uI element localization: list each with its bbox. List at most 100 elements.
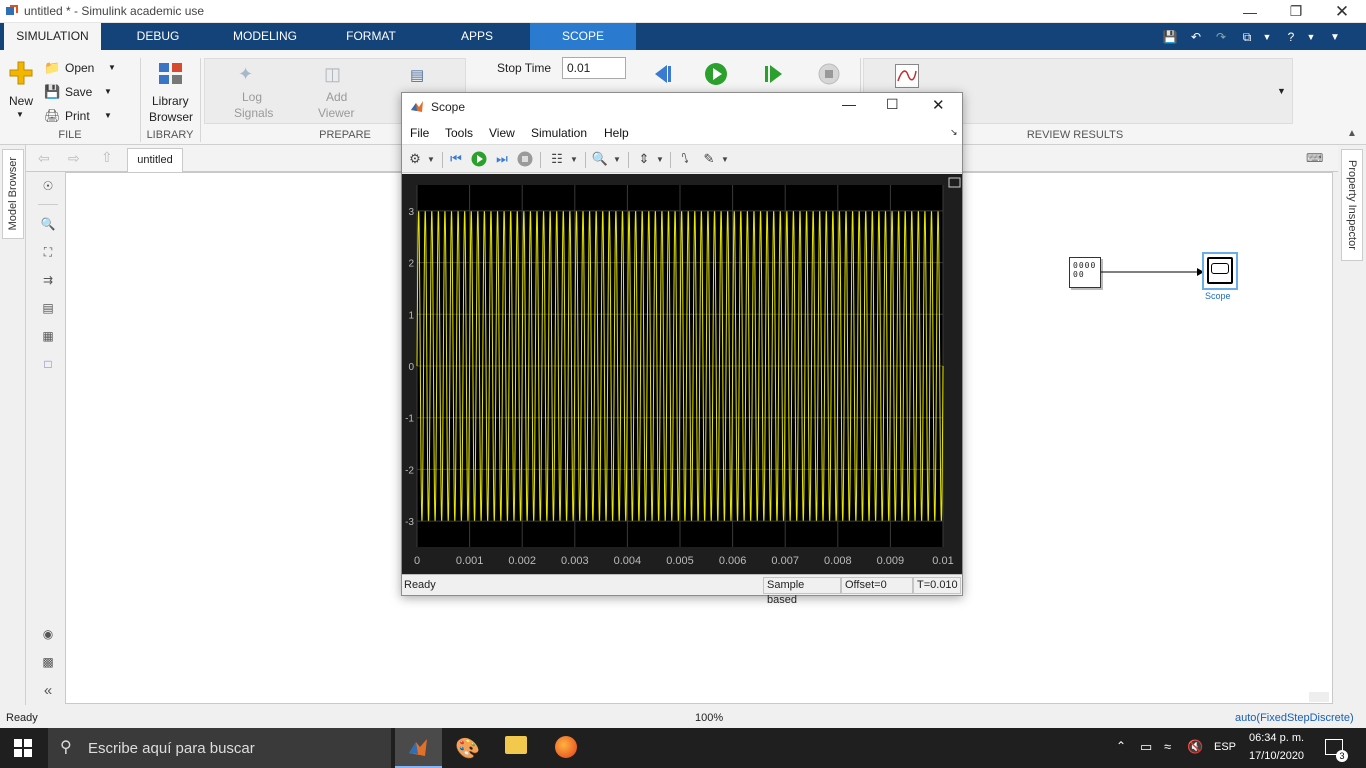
open-dropdown-icon[interactable]: ▼ [108, 63, 116, 72]
save-dropdown-icon[interactable]: ▼ [104, 87, 112, 96]
chevron-down-icon[interactable]: ▼ [1258, 28, 1276, 46]
measurements-dropdown-icon[interactable]: ▼ [720, 151, 730, 167]
area-icon[interactable]: □ [40, 356, 56, 372]
library-browser-label-2[interactable]: Browser [149, 110, 193, 124]
collapse-palette-icon[interactable]: « [40, 682, 56, 699]
stop-time-input[interactable]: 0.01 [562, 57, 626, 79]
new-button[interactable]: New [9, 94, 33, 108]
menu-simulation[interactable]: Simulation [531, 126, 587, 140]
scope-maximize-button[interactable]: ☐ [886, 96, 899, 113]
autoscale-dropdown-icon[interactable]: ▼ [655, 151, 665, 167]
tab-scope[interactable]: SCOPE [530, 23, 636, 50]
print-dropdown-icon[interactable]: ▼ [104, 111, 112, 120]
scope-stop-icon[interactable] [517, 151, 533, 167]
print-button[interactable]: Print [65, 109, 90, 123]
image-icon[interactable]: ▦ [40, 328, 56, 344]
signal-line[interactable] [1101, 265, 1205, 279]
hide-show-icon[interactable]: ☉ [40, 178, 56, 194]
scope-chart[interactable]: 0 0.001 0.002 0.003 0.004 0.005 0.006 0.007 0.00… [402, 174, 962, 574]
zoom-level[interactable]: 100% [695, 712, 723, 724]
volume-muted-icon[interactable]: 🔇 [1187, 739, 1203, 755]
dock-icon[interactable]: ↘ [950, 127, 958, 138]
model-explorer-icon[interactable]: ▩ [40, 654, 56, 670]
property-inspector-tab[interactable]: Property Inspector [1341, 149, 1363, 261]
source-block[interactable]: 0000 00 [1069, 257, 1101, 288]
battery-icon[interactable]: ▭ [1140, 739, 1152, 755]
annotation-icon[interactable]: ▤ [40, 300, 56, 316]
help-dropdown-icon[interactable]: ▼ [1302, 28, 1320, 46]
step-back-icon[interactable] [650, 62, 674, 86]
clock-date[interactable]: 17/10/2020 [1249, 750, 1304, 762]
settings-gear-icon[interactable]: ⚙ [407, 151, 423, 167]
measurements-icon[interactable]: ✎ [701, 151, 717, 167]
settings-dropdown-icon[interactable]: ▼ [426, 151, 436, 167]
menu-view[interactable]: View [489, 126, 515, 140]
autoscale-icon[interactable]: ⇕ [636, 151, 652, 167]
back-arrow-icon[interactable]: ⇦ [38, 150, 50, 167]
add-viewer-label-2[interactable]: Viewer [318, 106, 354, 120]
model-browser-tab[interactable]: Model Browser [2, 149, 24, 239]
stop-icon[interactable] [817, 62, 841, 86]
collapse-ribbon-icon[interactable]: ▼ [1326, 28, 1344, 46]
zoom-dropdown-icon[interactable]: ▼ [612, 151, 622, 167]
menu-tools[interactable]: Tools [445, 126, 473, 140]
scope-titlebar[interactable]: Scope — ☐ ✕ [402, 93, 962, 121]
menu-file[interactable]: File [410, 126, 429, 140]
close-button[interactable]: ✕ [1319, 0, 1365, 23]
up-arrow-icon[interactable]: ⇧ [101, 149, 113, 166]
redo-icon[interactable]: ↷ [1212, 28, 1230, 46]
library-browser-label-1[interactable]: Library [152, 94, 189, 108]
run-icon[interactable] [704, 62, 728, 86]
step-forward-icon[interactable] [762, 62, 786, 86]
save-button[interactable]: Save [65, 85, 92, 99]
model-tab[interactable]: untitled [127, 148, 183, 172]
clock-time[interactable]: 06:34 p. m. [1249, 732, 1304, 744]
restore-button[interactable]: ❐ [1273, 0, 1319, 23]
library-browser-icon[interactable] [158, 61, 184, 87]
search-input[interactable]: Escribe aquí para buscar [88, 740, 255, 757]
scope-minimize-button[interactable]: — [842, 96, 856, 112]
highlight-dropdown-icon[interactable]: ▼ [569, 151, 579, 167]
tab-apps[interactable]: APPS [447, 23, 507, 50]
language-indicator[interactable]: ESP [1214, 741, 1236, 753]
taskbar-search[interactable]: ⚲ Escribe aquí para buscar [48, 728, 391, 768]
zoom-icon[interactable]: 🔍 [40, 216, 56, 232]
data-inspector-icon[interactable] [895, 64, 919, 88]
scope-run-icon[interactable] [471, 151, 487, 167]
scope-block[interactable] [1202, 252, 1238, 290]
switch-window-icon[interactable]: ⧉ [1238, 28, 1256, 46]
scope-step-back-icon[interactable]: ⏮ [448, 151, 464, 167]
file-explorer-icon[interactable] [505, 736, 527, 754]
new-dropdown-icon[interactable]: ▼ [16, 110, 24, 119]
paint-app-icon[interactable]: 🎨 [455, 736, 480, 761]
signal-arrow-icon[interactable]: ⇉ [40, 272, 56, 288]
add-viewer-label-1[interactable]: Add [326, 90, 347, 104]
taskbar-matlab-app[interactable] [395, 728, 442, 768]
new-plus-icon[interactable] [8, 60, 34, 86]
scope-plot-area[interactable]: 0 0.001 0.002 0.003 0.004 0.005 0.006 0.007 0.00… [402, 174, 962, 574]
tab-debug[interactable]: DEBUG [118, 23, 198, 50]
wifi-icon[interactable]: ≈ [1164, 739, 1171, 754]
tab-simulation[interactable]: SIMULATION [4, 23, 101, 50]
tab-format[interactable]: FORMAT [333, 23, 409, 50]
log-signals-label-2[interactable]: Signals [234, 106, 273, 120]
collapse-toolstrip-icon[interactable]: ▲ [1347, 128, 1357, 139]
fit-to-view-icon[interactable]: ⛶ [40, 244, 56, 260]
undock-axes-icon[interactable] [948, 177, 961, 188]
highlight-block-icon[interactable]: ☷ [548, 151, 566, 167]
solver-link[interactable]: auto(FixedStepDiscrete) [1235, 712, 1354, 724]
triggers-icon[interactable]: ⭛ [677, 151, 693, 167]
forward-arrow-icon[interactable]: ⇨ [68, 150, 80, 167]
keyboard-icon[interactable]: ⌨ [1306, 151, 1323, 165]
firefox-icon[interactable] [555, 736, 577, 758]
open-button[interactable]: Open [65, 61, 94, 75]
log-signals-label-1[interactable]: Log [242, 90, 262, 104]
menu-help[interactable]: Help [604, 126, 629, 140]
save-quick-icon[interactable]: 💾 [1161, 28, 1179, 46]
windows-start-icon[interactable] [14, 739, 32, 757]
signal-table-icon[interactable]: ▤ [410, 66, 424, 84]
undo-icon[interactable]: ↶ [1187, 28, 1205, 46]
zoom-in-icon[interactable]: 🔍 [592, 151, 608, 167]
snapshot-camera-icon[interactable]: ◉ [40, 626, 56, 642]
review-expand-icon[interactable]: ▼ [1277, 86, 1286, 96]
